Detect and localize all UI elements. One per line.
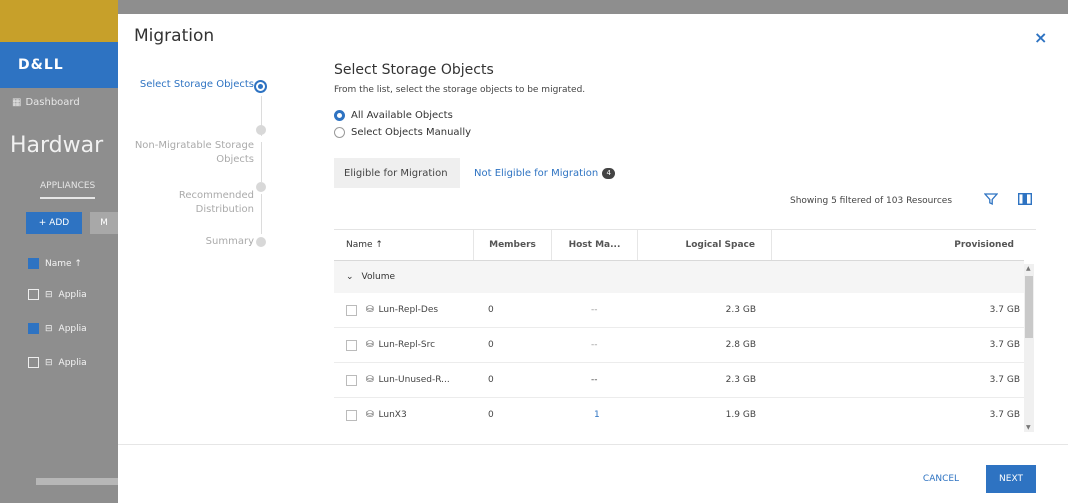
radio-all-available-objects[interactable]: All Available Objects <box>334 110 453 121</box>
radio-button[interactable] <box>334 127 345 138</box>
column-header-members[interactable]: Members <box>474 230 552 260</box>
dashboard-nav-item: ▦ Dashboard <box>12 97 80 108</box>
step-dot <box>256 237 266 247</box>
step-dot <box>256 125 266 135</box>
appliance-icon: ⊟ <box>45 323 53 334</box>
filter-icon[interactable] <box>984 192 998 206</box>
volume-icon: ⛁ <box>366 375 374 385</box>
step-recommended-distribution: Recommended Distribution <box>178 190 254 215</box>
background-row: ⊟ Applia <box>28 357 87 368</box>
select-all-checkbox <box>28 258 39 269</box>
step-connector <box>261 142 262 182</box>
row-checkbox <box>28 289 39 300</box>
table-row: ⛁ Lun-Repl-Des 0 -- 2.3 GB 3.7 GB <box>334 293 1024 328</box>
columns-icon[interactable] <box>1018 193 1032 205</box>
step-active-dot <box>254 80 267 93</box>
top-banner <box>0 0 118 42</box>
dashboard-label: Dashboard <box>25 97 80 108</box>
more-button: M <box>90 212 118 234</box>
step-non-migratable-objects: Non-Migratable Storage Objects <box>134 140 254 165</box>
column-header-provisioned[interactable]: Provisioned <box>772 230 1024 260</box>
dashboard-icon: ▦ <box>12 97 22 108</box>
dell-logo: D&LL <box>18 57 64 73</box>
table-row: ⛁ Lun-Repl-Src 0 -- 2.8 GB 3.7 GB <box>334 328 1024 363</box>
background-name-header: Name ↑ <box>28 258 82 269</box>
close-icon[interactable]: × <box>1034 28 1047 47</box>
radio-select-objects-manually[interactable]: Select Objects Manually <box>334 127 471 138</box>
volume-icon: ⛁ <box>366 340 374 350</box>
radio-button[interactable] <box>334 110 345 121</box>
background-row: ⊟ Applia <box>28 323 87 334</box>
row-checkbox <box>28 357 39 368</box>
row-checkbox <box>28 323 39 334</box>
row-checkbox[interactable] <box>346 374 357 386</box>
column-header-name[interactable]: Name ↑ <box>334 230 474 260</box>
step-dot <box>256 182 266 192</box>
not-eligible-count-badge: 4 <box>602 167 616 179</box>
storage-objects-table: Name ↑ Members Host Ma... Logical Space … <box>334 229 1036 432</box>
appliance-icon: ⊟ <box>45 289 53 300</box>
table-row: ⛁ Lun-Unused-R... 0 -- 2.3 GB 3.7 GB <box>334 363 1024 398</box>
dialog-title: Migration <box>134 26 215 46</box>
tab-not-eligible-for-migration[interactable]: Not Eligible for Migration 4 <box>474 158 616 188</box>
volume-icon: ⛁ <box>366 305 374 315</box>
host-mapping-link[interactable]: 1 <box>594 398 600 432</box>
appliances-tab: APPLIANCES <box>40 181 96 199</box>
footer-divider <box>118 444 1068 445</box>
cancel-button[interactable]: CANCEL <box>912 466 970 492</box>
background-scrollbar <box>36 478 118 485</box>
column-header-logical-space[interactable]: Logical Space <box>638 230 772 260</box>
scroll-up-icon[interactable]: ▲ <box>1026 265 1031 272</box>
row-checkbox[interactable] <box>346 339 357 351</box>
appliance-icon: ⊟ <box>45 357 53 368</box>
row-checkbox[interactable] <box>346 304 357 316</box>
resource-count-text: Showing 5 filtered of 103 Resources <box>790 196 953 206</box>
step-summary: Summary <box>205 236 254 247</box>
step-connector <box>261 194 262 234</box>
scrollbar-thumb[interactable] <box>1025 276 1033 338</box>
next-button[interactable]: NEXT <box>986 465 1036 493</box>
row-checkbox[interactable] <box>346 409 357 421</box>
group-row-volume[interactable]: ⌄ Volume <box>334 261 1024 293</box>
add-button: + ADD <box>26 212 82 234</box>
table-row: ⛁ LunX3 0 1 1.9 GB 3.7 GB <box>334 398 1024 432</box>
scroll-down-icon[interactable]: ▼ <box>1026 424 1031 431</box>
table-scrollbar[interactable]: ▲ ▼ <box>1024 264 1034 432</box>
section-title: Select Storage Objects <box>334 62 494 78</box>
section-description: From the list, select the storage object… <box>334 85 586 95</box>
migration-dialog: Migration × Select Storage Objects Non-M… <box>118 14 1068 503</box>
background-row: ⊟ Applia <box>28 289 87 300</box>
step-select-storage-objects[interactable]: Select Storage Objects <box>118 78 254 92</box>
tab-eligible-for-migration[interactable]: Eligible for Migration <box>334 158 460 188</box>
chevron-down-icon[interactable]: ⌄ <box>346 272 354 282</box>
column-header-host-mappings[interactable]: Host Ma... <box>552 230 638 260</box>
volume-icon: ⛁ <box>366 410 374 420</box>
background-page-title: Hardwar <box>10 133 104 158</box>
